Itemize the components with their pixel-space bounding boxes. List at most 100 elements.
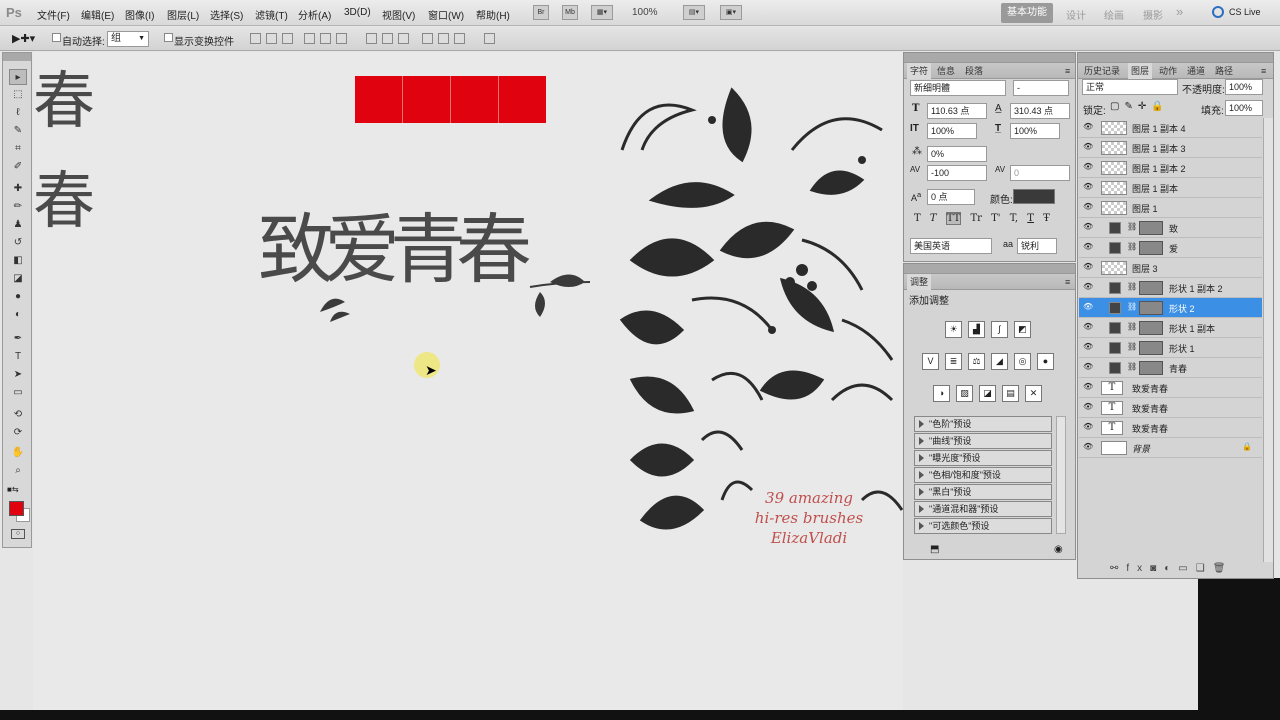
preset-channel-mixer[interactable]: "通道混和器"预设 [914, 501, 1052, 517]
eyedropper-tool-icon[interactable]: ✐ [9, 159, 27, 175]
align-top-icon[interactable] [250, 33, 261, 44]
tab-paths[interactable]: 路径 [1212, 63, 1236, 79]
menu-view[interactable]: 视图(V) [382, 7, 415, 22]
eraser-tool-icon[interactable]: ◧ [9, 253, 27, 269]
workspace-painting[interactable]: 绘画 [1104, 7, 1124, 22]
chain-icon[interactable]: ⛓ [1127, 302, 1137, 311]
vibrance-icon[interactable]: V [922, 353, 939, 370]
align-left-icon[interactable] [304, 33, 315, 44]
underline-button[interactable]: T [1027, 213, 1034, 224]
text-style-buttons[interactable]: T T TT Tr T' T, T Ŧ [914, 212, 1050, 225]
chain-icon[interactable]: ⛓ [1127, 322, 1137, 331]
vector-mask-thumbnail[interactable] [1139, 241, 1163, 255]
layer-row[interactable]: 👁 图层 1 副本 4 [1079, 118, 1262, 138]
invert-icon[interactable]: ◑ [933, 385, 950, 402]
selective-color-icon[interactable]: ✕ [1025, 385, 1042, 402]
3d-rotate-tool-icon[interactable]: ⟲ [9, 407, 27, 423]
distribute-hcenter-icon[interactable] [438, 33, 449, 44]
vector-mask-thumbnail[interactable] [1139, 321, 1163, 335]
tab-channels[interactable]: 通道 [1184, 63, 1208, 79]
auto-select-checkbox[interactable] [52, 33, 61, 42]
baseline-field[interactable]: 0 点 [927, 189, 975, 205]
layer-row[interactable]: 👁 ⛓ 爱 [1079, 238, 1262, 258]
threshold-icon[interactable]: ◪ [979, 385, 996, 402]
leading-field[interactable]: 310.43 点 [1010, 103, 1070, 119]
menu-select[interactable]: 选择(S) [210, 7, 243, 22]
subscript-button[interactable]: T, [1010, 213, 1018, 224]
hue-saturation-icon[interactable]: ≣ [945, 353, 962, 370]
curves-icon[interactable]: ∫ [991, 321, 1008, 338]
zoom-level[interactable]: 100% [632, 7, 658, 18]
panel-collapse-bar[interactable] [904, 53, 1075, 63]
menu-filter[interactable]: 滤镜(T) [255, 7, 288, 22]
menu-image[interactable]: 图像(I) [125, 7, 154, 22]
preset-curves[interactable]: "曲线"预设 [914, 433, 1052, 449]
layer-row[interactable]: 👁 ⛓ 青春 [1079, 358, 1262, 378]
blend-mode-select[interactable]: 正常 [1082, 79, 1178, 95]
menu-layer[interactable]: 图层(L) [167, 7, 199, 22]
eye-icon[interactable]: 👁 [1083, 322, 1093, 332]
trash-icon[interactable]: 🗑 [1213, 563, 1234, 574]
eye-icon[interactable]: 👁 [1083, 382, 1093, 392]
shape-tool-icon[interactable]: ▭ [9, 385, 27, 401]
default-colors-icon[interactable]: ■⇆ [7, 485, 19, 494]
extras-button[interactable]: ▦▾ [591, 5, 613, 20]
brightness-icon[interactable]: ☀ [945, 321, 962, 338]
align-vcenter-icon[interactable] [266, 33, 277, 44]
link-icon[interactable]: ⚯ [1110, 563, 1126, 574]
text-color-swatch[interactable] [1013, 189, 1055, 204]
eye-icon[interactable]: 👁 [1083, 422, 1093, 432]
quick-mask-icon[interactable]: ○ [11, 529, 25, 539]
eye-icon[interactable]: 👁 [1083, 342, 1093, 352]
tracking-field[interactable]: -100 [927, 165, 987, 181]
tab-paragraph[interactable]: 段落 [962, 63, 986, 79]
shape-fill-thumbnail[interactable] [1109, 362, 1121, 374]
layer-row[interactable]: 👁 ⛓ 致 [1079, 218, 1262, 238]
eye-icon[interactable]: 👁 [1083, 222, 1093, 232]
eye-icon[interactable]: 👁 [1083, 162, 1093, 172]
distribute-bottom-icon[interactable] [398, 33, 409, 44]
lasso-tool-icon[interactable]: ℓ [9, 105, 27, 121]
superscript-button[interactable]: T' [991, 213, 1000, 224]
fx-icon[interactable]: fx [1126, 563, 1150, 574]
antialias-select[interactable]: 锐利 [1017, 238, 1057, 254]
crop-tool-icon[interactable]: ⌗ [9, 141, 27, 157]
black-white-icon[interactable]: ◢ [991, 353, 1008, 370]
panel-collapse-bar[interactable] [1078, 53, 1273, 63]
color-balance-icon[interactable]: ⚖ [968, 353, 985, 370]
shape-fill-thumbnail[interactable] [1109, 242, 1121, 254]
levels-icon[interactable]: ▟ [968, 321, 985, 338]
layer-row[interactable]: 👁 图层 1 副本 3 [1079, 138, 1262, 158]
zoom-tool-icon[interactable]: ⌕ [9, 463, 27, 479]
font-size-field[interactable]: 110.63 点 [927, 103, 987, 119]
layer-row[interactable]: 👁 图层 1 副本 2 [1079, 158, 1262, 178]
chain-icon[interactable]: ⛓ [1127, 362, 1137, 371]
layer-row[interactable]: 👁 T 致爱青春 [1079, 378, 1262, 398]
layer-row[interactable]: 👁 图层 1 副本 [1079, 178, 1262, 198]
menu-help[interactable]: 帮助(H) [476, 7, 510, 22]
group-icon[interactable]: ▭ [1178, 563, 1195, 574]
layer-row[interactable]: 👁 ⛓ 形状 2 [1079, 298, 1262, 318]
panel-menu-icon[interactable]: ≡ [1062, 63, 1073, 79]
healing-tool-icon[interactable]: ✚ [9, 181, 27, 197]
tab-adjustments[interactable]: 调整 [907, 274, 932, 290]
distribute-top-icon[interactable] [366, 33, 377, 44]
vector-mask-thumbnail[interactable] [1139, 301, 1163, 315]
shape-fill-thumbnail[interactable] [1109, 282, 1121, 294]
screen-mode-button[interactable]: ▣▾ [720, 5, 742, 20]
chain-icon[interactable]: ⛓ [1127, 222, 1137, 231]
auto-select-dropdown[interactable]: 组 ▼ [107, 31, 149, 47]
eye-icon[interactable]: 👁 [1083, 182, 1093, 192]
gradient-tool-icon[interactable]: ◪ [9, 271, 27, 287]
workspace-photography[interactable]: 摄影 [1143, 7, 1163, 22]
tab-layers[interactable]: 图层 [1128, 63, 1153, 79]
panel-menu-icon[interactable]: ≡ [1062, 274, 1073, 290]
tab-info[interactable]: 信息 [934, 63, 958, 79]
workspace-essentials[interactable]: 基本功能 [1001, 3, 1053, 23]
tab-history[interactable]: 历史记录 [1081, 63, 1123, 79]
font-family-select[interactable]: 新细明體 [910, 80, 1006, 96]
eye-icon[interactable]: 👁 [1083, 202, 1093, 212]
chain-icon[interactable]: ⛓ [1127, 282, 1137, 291]
hand-tool-icon[interactable]: ✋ [9, 445, 27, 461]
eye-icon[interactable]: 👁 [1083, 402, 1093, 412]
